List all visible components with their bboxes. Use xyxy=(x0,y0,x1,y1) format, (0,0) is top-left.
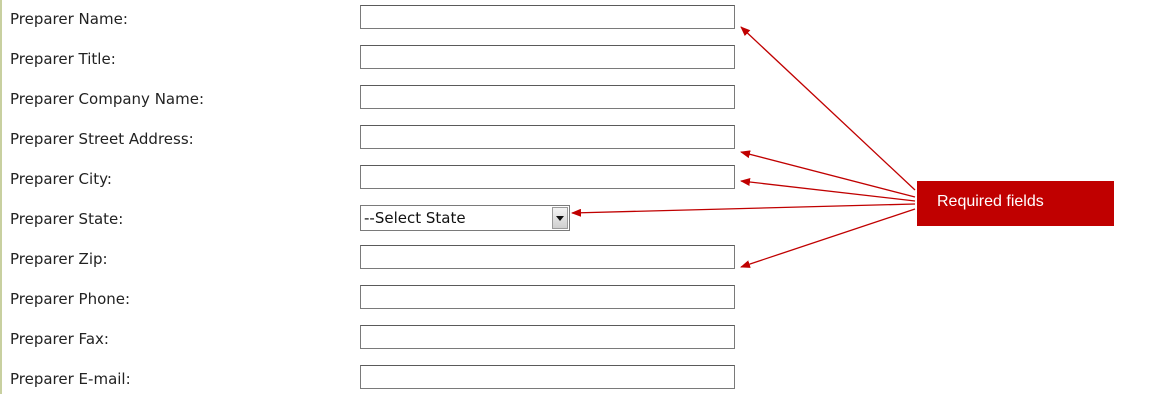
preparer-name-label: Preparer Name: xyxy=(10,10,128,28)
form-row-preparer-phone: Preparer Phone: xyxy=(0,285,760,313)
form-row-preparer-zip: Preparer Zip: xyxy=(0,245,760,273)
required-fields-callout: Required fields xyxy=(917,181,1114,226)
form-row-preparer-title: Preparer Title: xyxy=(0,45,760,73)
preparer-title-input[interactable] xyxy=(360,45,735,69)
form-row-preparer-name: Preparer Name: xyxy=(0,5,760,33)
state-select-value: --Select State xyxy=(364,209,466,227)
preparer-email-input[interactable] xyxy=(360,365,735,389)
preparer-state-label: Preparer State: xyxy=(10,210,124,228)
arrow-to-street-address xyxy=(740,150,916,198)
state-dropdown-button[interactable] xyxy=(552,207,568,229)
preparer-zip-input[interactable] xyxy=(360,245,735,269)
preparer-street-address-input[interactable] xyxy=(360,125,735,149)
preparer-name-input[interactable] xyxy=(360,5,735,29)
arrow-to-city xyxy=(740,178,916,202)
preparer-phone-label: Preparer Phone: xyxy=(10,290,131,308)
preparer-title-label: Preparer Title: xyxy=(10,50,116,68)
preparer-company-name-label: Preparer Company Name: xyxy=(10,90,204,108)
form-row-preparer-email: Preparer E-mail: xyxy=(0,365,760,393)
preparer-fax-label: Preparer Fax: xyxy=(10,330,109,348)
preparer-state-select[interactable]: --Select State xyxy=(360,205,570,231)
preparer-email-label: Preparer E-mail: xyxy=(10,370,131,388)
form-row-preparer-street-address: Preparer Street Address: xyxy=(0,125,760,153)
preparer-city-input[interactable] xyxy=(360,165,735,189)
preparer-zip-label: Preparer Zip: xyxy=(10,250,108,268)
arrow-to-name xyxy=(740,26,916,191)
preparer-phone-input[interactable] xyxy=(360,285,735,309)
preparer-fax-input[interactable] xyxy=(360,325,735,349)
preparer-city-label: Preparer City: xyxy=(10,170,112,188)
form-row-preparer-city: Preparer City: xyxy=(0,165,760,193)
form-row-preparer-company-name: Preparer Company Name: xyxy=(0,85,760,113)
required-fields-text: Required fields xyxy=(937,193,1044,210)
preparer-street-address-label: Preparer Street Address: xyxy=(10,130,194,148)
preparer-company-name-input[interactable] xyxy=(360,85,735,109)
chevron-down-icon xyxy=(556,216,564,221)
form-row-preparer-state: Preparer State: --Select State xyxy=(0,205,760,233)
arrow-to-zip xyxy=(740,208,916,268)
form-row-preparer-fax: Preparer Fax: xyxy=(0,325,760,353)
